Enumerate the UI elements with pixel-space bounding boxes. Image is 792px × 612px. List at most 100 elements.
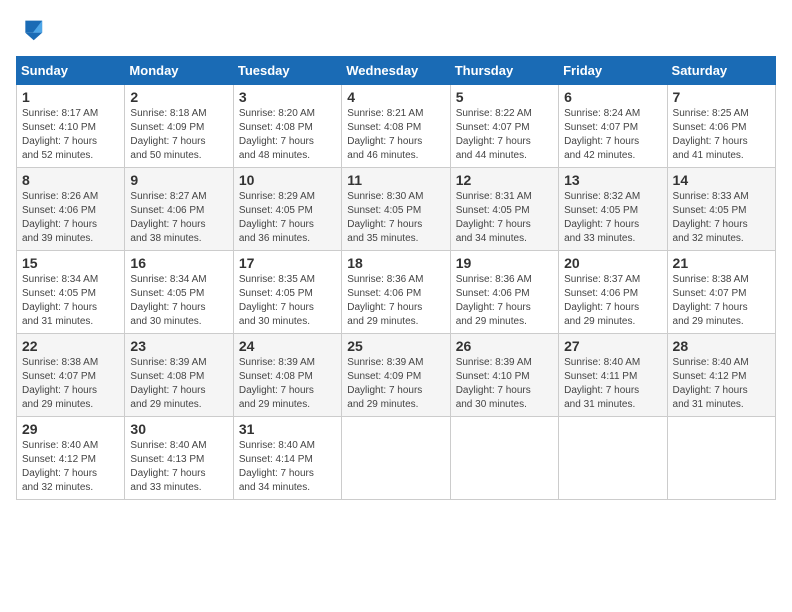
calendar-cell: 18 Sunrise: 8:36 AM Sunset: 4:06 PM Dayl… (342, 251, 450, 334)
header-day-friday: Friday (559, 57, 667, 85)
day-number: 8 (22, 172, 119, 188)
day-number: 4 (347, 89, 444, 105)
header-day-monday: Monday (125, 57, 233, 85)
day-info: Sunrise: 8:34 AM Sunset: 4:05 PM Dayligh… (130, 273, 227, 329)
calendar-cell: 20 Sunrise: 8:37 AM Sunset: 4:06 PM Dayl… (559, 251, 667, 334)
day-info: Sunrise: 8:38 AM Sunset: 4:07 PM Dayligh… (673, 273, 770, 329)
calendar-cell (450, 417, 558, 500)
logo (16, 16, 48, 44)
logo-icon (16, 16, 44, 44)
week-row-3: 15 Sunrise: 8:34 AM Sunset: 4:05 PM Dayl… (17, 251, 776, 334)
calendar-cell: 6 Sunrise: 8:24 AM Sunset: 4:07 PM Dayli… (559, 85, 667, 168)
day-number: 7 (673, 89, 770, 105)
calendar-cell: 16 Sunrise: 8:34 AM Sunset: 4:05 PM Dayl… (125, 251, 233, 334)
day-info: Sunrise: 8:21 AM Sunset: 4:08 PM Dayligh… (347, 107, 444, 163)
calendar-cell: 25 Sunrise: 8:39 AM Sunset: 4:09 PM Dayl… (342, 334, 450, 417)
calendar-cell: 11 Sunrise: 8:30 AM Sunset: 4:05 PM Dayl… (342, 168, 450, 251)
calendar-cell: 23 Sunrise: 8:39 AM Sunset: 4:08 PM Dayl… (125, 334, 233, 417)
page-header (16, 16, 776, 44)
day-number: 25 (347, 338, 444, 354)
calendar-cell: 4 Sunrise: 8:21 AM Sunset: 4:08 PM Dayli… (342, 85, 450, 168)
day-number: 31 (239, 421, 336, 437)
day-info: Sunrise: 8:33 AM Sunset: 4:05 PM Dayligh… (673, 190, 770, 246)
header-day-thursday: Thursday (450, 57, 558, 85)
calendar-cell: 28 Sunrise: 8:40 AM Sunset: 4:12 PM Dayl… (667, 334, 775, 417)
day-info: Sunrise: 8:29 AM Sunset: 4:05 PM Dayligh… (239, 190, 336, 246)
day-info: Sunrise: 8:39 AM Sunset: 4:08 PM Dayligh… (130, 356, 227, 412)
calendar-cell (667, 417, 775, 500)
day-info: Sunrise: 8:39 AM Sunset: 4:08 PM Dayligh… (239, 356, 336, 412)
week-row-4: 22 Sunrise: 8:38 AM Sunset: 4:07 PM Dayl… (17, 334, 776, 417)
day-number: 10 (239, 172, 336, 188)
day-info: Sunrise: 8:20 AM Sunset: 4:08 PM Dayligh… (239, 107, 336, 163)
day-info: Sunrise: 8:32 AM Sunset: 4:05 PM Dayligh… (564, 190, 661, 246)
day-number: 29 (22, 421, 119, 437)
calendar-cell: 10 Sunrise: 8:29 AM Sunset: 4:05 PM Dayl… (233, 168, 341, 251)
calendar-cell: 17 Sunrise: 8:35 AM Sunset: 4:05 PM Dayl… (233, 251, 341, 334)
day-info: Sunrise: 8:30 AM Sunset: 4:05 PM Dayligh… (347, 190, 444, 246)
day-info: Sunrise: 8:17 AM Sunset: 4:10 PM Dayligh… (22, 107, 119, 163)
day-number: 6 (564, 89, 661, 105)
day-number: 27 (564, 338, 661, 354)
day-info: Sunrise: 8:40 AM Sunset: 4:12 PM Dayligh… (673, 356, 770, 412)
day-info: Sunrise: 8:38 AM Sunset: 4:07 PM Dayligh… (22, 356, 119, 412)
day-info: Sunrise: 8:34 AM Sunset: 4:05 PM Dayligh… (22, 273, 119, 329)
day-number: 28 (673, 338, 770, 354)
calendar-cell (559, 417, 667, 500)
week-row-1: 1 Sunrise: 8:17 AM Sunset: 4:10 PM Dayli… (17, 85, 776, 168)
header-day-saturday: Saturday (667, 57, 775, 85)
calendar-cell: 29 Sunrise: 8:40 AM Sunset: 4:12 PM Dayl… (17, 417, 125, 500)
day-info: Sunrise: 8:36 AM Sunset: 4:06 PM Dayligh… (347, 273, 444, 329)
day-info: Sunrise: 8:40 AM Sunset: 4:12 PM Dayligh… (22, 439, 119, 495)
header-day-tuesday: Tuesday (233, 57, 341, 85)
day-info: Sunrise: 8:27 AM Sunset: 4:06 PM Dayligh… (130, 190, 227, 246)
day-info: Sunrise: 8:40 AM Sunset: 4:11 PM Dayligh… (564, 356, 661, 412)
calendar-cell: 2 Sunrise: 8:18 AM Sunset: 4:09 PM Dayli… (125, 85, 233, 168)
day-number: 17 (239, 255, 336, 271)
calendar-cell: 5 Sunrise: 8:22 AM Sunset: 4:07 PM Dayli… (450, 85, 558, 168)
calendar-cell: 3 Sunrise: 8:20 AM Sunset: 4:08 PM Dayli… (233, 85, 341, 168)
header-day-wednesday: Wednesday (342, 57, 450, 85)
day-number: 19 (456, 255, 553, 271)
day-number: 23 (130, 338, 227, 354)
day-number: 12 (456, 172, 553, 188)
day-info: Sunrise: 8:39 AM Sunset: 4:09 PM Dayligh… (347, 356, 444, 412)
day-info: Sunrise: 8:25 AM Sunset: 4:06 PM Dayligh… (673, 107, 770, 163)
day-info: Sunrise: 8:26 AM Sunset: 4:06 PM Dayligh… (22, 190, 119, 246)
calendar-cell: 21 Sunrise: 8:38 AM Sunset: 4:07 PM Dayl… (667, 251, 775, 334)
day-info: Sunrise: 8:24 AM Sunset: 4:07 PM Dayligh… (564, 107, 661, 163)
day-number: 24 (239, 338, 336, 354)
calendar-cell: 9 Sunrise: 8:27 AM Sunset: 4:06 PM Dayli… (125, 168, 233, 251)
calendar-cell: 19 Sunrise: 8:36 AM Sunset: 4:06 PM Dayl… (450, 251, 558, 334)
day-number: 21 (673, 255, 770, 271)
day-info: Sunrise: 8:40 AM Sunset: 4:13 PM Dayligh… (130, 439, 227, 495)
day-info: Sunrise: 8:35 AM Sunset: 4:05 PM Dayligh… (239, 273, 336, 329)
day-number: 14 (673, 172, 770, 188)
day-info: Sunrise: 8:39 AM Sunset: 4:10 PM Dayligh… (456, 356, 553, 412)
calendar-cell: 1 Sunrise: 8:17 AM Sunset: 4:10 PM Dayli… (17, 85, 125, 168)
day-number: 11 (347, 172, 444, 188)
day-info: Sunrise: 8:18 AM Sunset: 4:09 PM Dayligh… (130, 107, 227, 163)
header-day-sunday: Sunday (17, 57, 125, 85)
day-number: 13 (564, 172, 661, 188)
day-info: Sunrise: 8:37 AM Sunset: 4:06 PM Dayligh… (564, 273, 661, 329)
calendar-cell: 22 Sunrise: 8:38 AM Sunset: 4:07 PM Dayl… (17, 334, 125, 417)
day-number: 2 (130, 89, 227, 105)
day-number: 22 (22, 338, 119, 354)
day-info: Sunrise: 8:22 AM Sunset: 4:07 PM Dayligh… (456, 107, 553, 163)
calendar-cell: 12 Sunrise: 8:31 AM Sunset: 4:05 PM Dayl… (450, 168, 558, 251)
day-number: 18 (347, 255, 444, 271)
calendar-cell: 14 Sunrise: 8:33 AM Sunset: 4:05 PM Dayl… (667, 168, 775, 251)
header-row: SundayMondayTuesdayWednesdayThursdayFrid… (17, 57, 776, 85)
day-info: Sunrise: 8:31 AM Sunset: 4:05 PM Dayligh… (456, 190, 553, 246)
calendar-cell: 15 Sunrise: 8:34 AM Sunset: 4:05 PM Dayl… (17, 251, 125, 334)
calendar-cell: 31 Sunrise: 8:40 AM Sunset: 4:14 PM Dayl… (233, 417, 341, 500)
calendar-cell: 26 Sunrise: 8:39 AM Sunset: 4:10 PM Dayl… (450, 334, 558, 417)
calendar-cell: 27 Sunrise: 8:40 AM Sunset: 4:11 PM Dayl… (559, 334, 667, 417)
day-number: 15 (22, 255, 119, 271)
day-number: 9 (130, 172, 227, 188)
day-number: 5 (456, 89, 553, 105)
day-number: 1 (22, 89, 119, 105)
week-row-2: 8 Sunrise: 8:26 AM Sunset: 4:06 PM Dayli… (17, 168, 776, 251)
calendar-cell: 8 Sunrise: 8:26 AM Sunset: 4:06 PM Dayli… (17, 168, 125, 251)
